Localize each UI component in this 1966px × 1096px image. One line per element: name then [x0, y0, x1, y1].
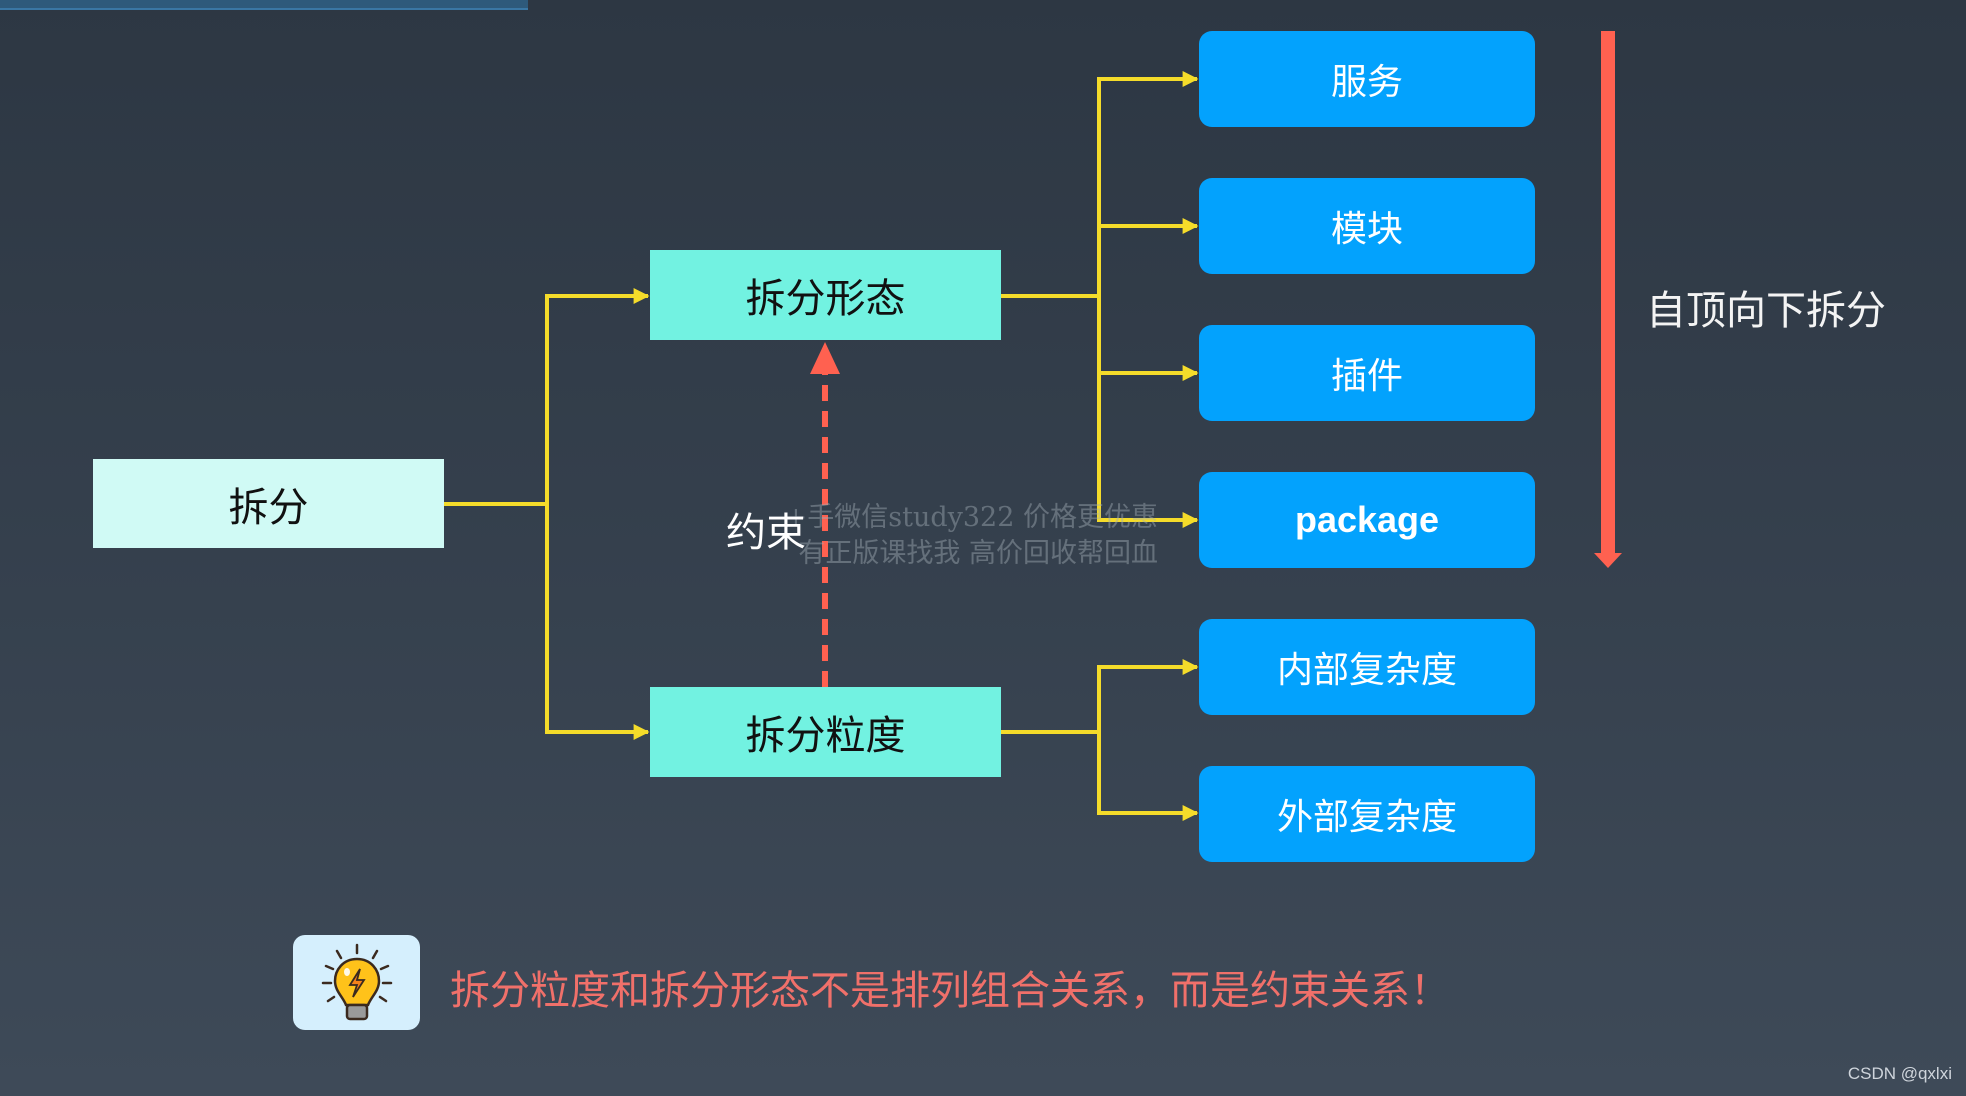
leaf-node-service: 服务 — [1199, 31, 1535, 127]
leaf-node-package: package — [1199, 472, 1535, 568]
constraint-label: 约束 — [726, 510, 806, 556]
leaf-node-plugin: 插件 — [1199, 325, 1535, 421]
watermark: +手微信study322 价格更优惠 有正版课找我 高价回收帮回血 — [780, 500, 1158, 572]
branch-node-granularity-label: 拆分粒度 — [745, 713, 906, 759]
leaf-label: 插件 — [1330, 356, 1403, 397]
direction-arrow-head — [1594, 553, 1622, 568]
direction-label: 自顶向下拆分 — [1646, 288, 1886, 334]
leaf-label: package — [1294, 499, 1440, 540]
leaf-label: 模块 — [1330, 209, 1403, 250]
branch-node-granularity: 拆分粒度 — [650, 687, 1001, 777]
leaf-label: 外部复杂度 — [1276, 797, 1457, 838]
credit-text: CSDN @qxlxi — [1847, 1064, 1952, 1083]
root-node-label: 拆分 — [228, 484, 309, 531]
branch-node-form: 拆分形态 — [650, 250, 1001, 340]
watermark-line: +手微信study322 价格更优惠 — [784, 502, 1158, 533]
leaf-label: 服务 — [1330, 62, 1403, 103]
constraint-arrow-head — [810, 342, 840, 374]
branch-node-form-label: 拆分形态 — [745, 276, 906, 322]
leaf-node-external-complexity: 外部复杂度 — [1199, 766, 1535, 862]
note-text: 拆分粒度和拆分形态不是排列组合关系，而是约束关系！ — [450, 968, 1450, 1014]
lightbulb-icon — [293, 935, 420, 1030]
watermark-line: 有正版课找我 高价回收帮回血 — [798, 538, 1158, 569]
leaf-node-module: 模块 — [1199, 178, 1535, 274]
direction-arrow-shaft — [1601, 31, 1615, 553]
root-node: 拆分 — [93, 459, 444, 548]
leaf-label: 内部复杂度 — [1276, 650, 1457, 691]
leaf-node-internal-complexity: 内部复杂度 — [1199, 619, 1535, 715]
